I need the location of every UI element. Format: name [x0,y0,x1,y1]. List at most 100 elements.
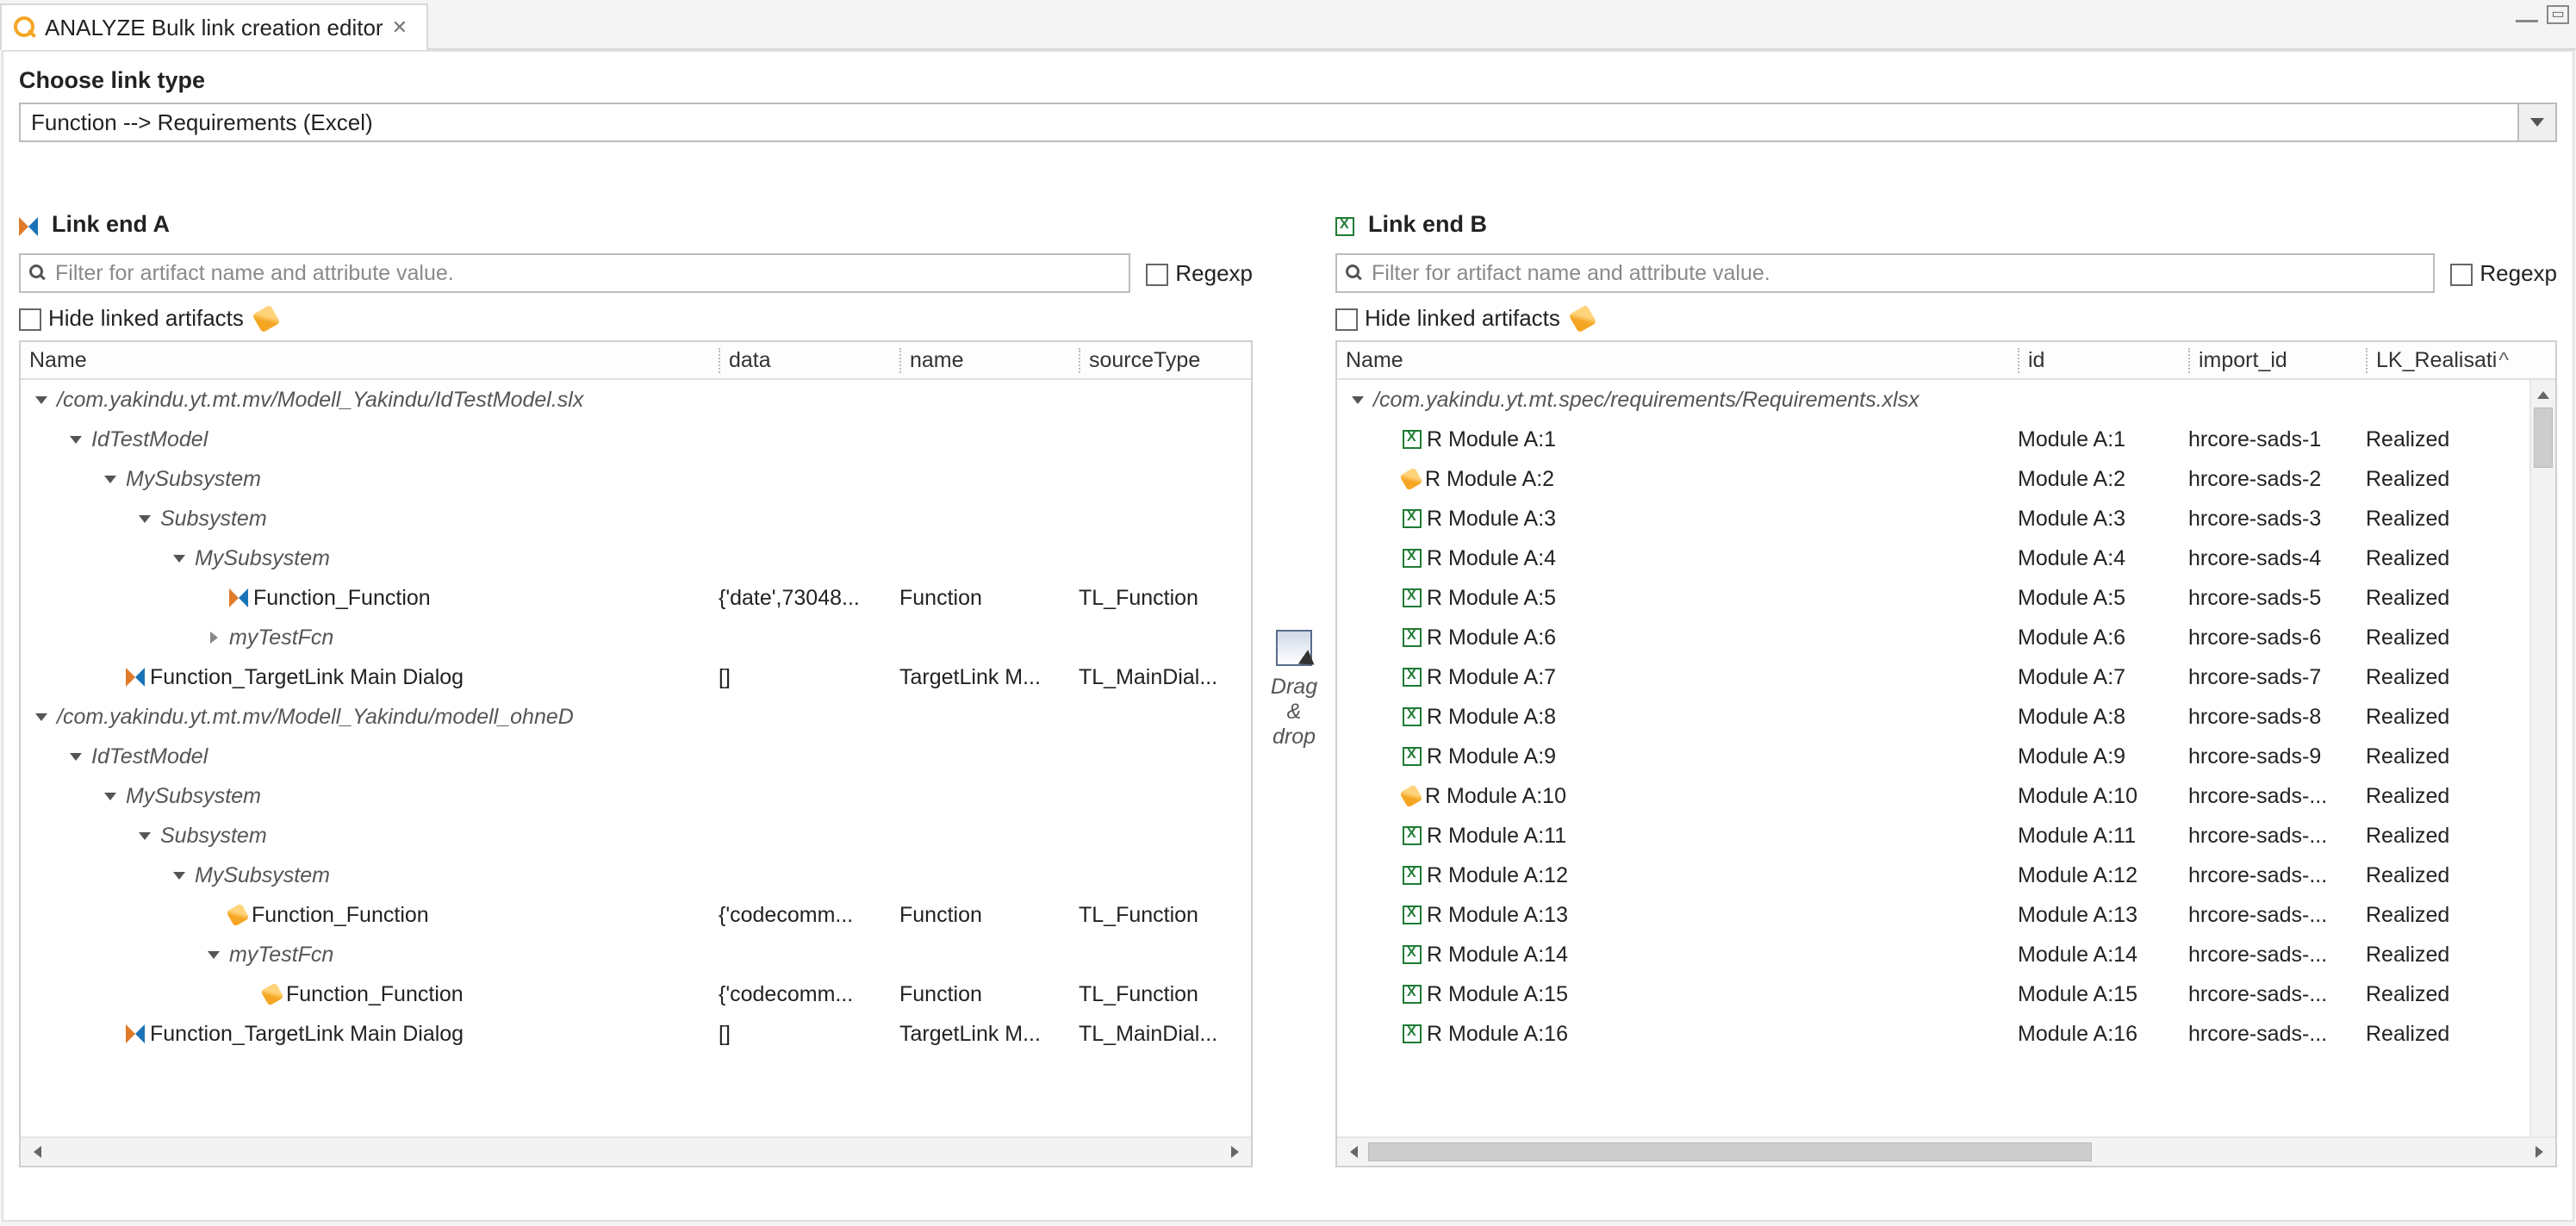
col-a-name[interactable]: Name [21,348,719,373]
excel-icon [1403,430,1422,449]
tree-row[interactable]: R Module A:9Module A:9hrcore-sads-9Reali… [1337,737,2555,776]
tree-a[interactable]: Name data name sourceType /com.yakindu.y… [19,340,1253,1167]
tree-row[interactable]: R Module A:8Module A:8hrcore-sads-8Reali… [1337,697,2555,737]
scroll-thumb[interactable] [2534,408,2553,468]
tree-row[interactable]: MySubsystem [21,776,1251,816]
tree-a-body[interactable]: /com.yakindu.yt.mt.mv/Modell_Yakindu/IdT… [21,380,1251,1136]
matlab-icon [229,588,248,607]
cell-import-id: hrcore-sads-... [2188,943,2366,968]
tab-bar: ANALYZE Bulk link creation editor ✕ ▭ [0,0,2576,50]
excel-icon [1403,509,1422,528]
tree-row[interactable]: Subsystem [21,816,1251,856]
chevron-right-icon[interactable] [203,627,224,648]
tree-row[interactable]: Function_Function{'codecomm...FunctionTL… [21,974,1251,1014]
col-b-id[interactable]: id [2018,348,2188,373]
col-a-sourcetype[interactable]: sourceType [1079,348,1251,373]
col-b-lk[interactable]: LK_Realisati^ [2366,348,2517,373]
tree-label: Function_TargetLink Main Dialog [150,665,464,690]
chevron-down-icon[interactable] [203,944,224,965]
filter-a-input[interactable] [53,260,1120,287]
tree-row[interactable]: IdTestModel [21,737,1251,776]
chevron-down-icon[interactable] [134,825,155,846]
tree-row[interactable]: /com.yakindu.yt.mt.spec/requirements/Req… [1337,380,2555,420]
tree-row[interactable]: myTestFcn [21,935,1251,974]
tree-row[interactable]: R Module A:3Module A:3hrcore-sads-3Reali… [1337,499,2555,538]
chevron-down-icon[interactable] [31,706,52,727]
chevron-down-icon[interactable] [134,508,155,529]
col-a-name2[interactable]: name [899,348,1079,373]
filter-a-box[interactable] [19,253,1130,293]
chevron-down-icon[interactable] [65,429,86,450]
filter-b-input[interactable] [1370,260,2424,287]
cell-lk: Realized [2366,863,2492,888]
tree-row[interactable]: Function_TargetLink Main Dialog[]TargetL… [21,1014,1251,1054]
tree-row[interactable]: Subsystem [21,499,1251,538]
tree-row[interactable]: myTestFcn [21,618,1251,657]
link-type-dropdown-button[interactable] [2519,103,2557,142]
hide-linked-b-checkbox[interactable]: Hide linked artifacts [1335,305,1560,332]
tree-row[interactable]: Function_TargetLink Main Dialog[]TargetL… [21,657,1251,697]
tree-a-header[interactable]: Name data name sourceType [21,342,1251,380]
tab-editor[interactable]: ANALYZE Bulk link creation editor ✕ [0,3,428,50]
tree-row[interactable]: Function_Function{'codecomm...FunctionTL… [21,895,1251,935]
excel-icon [1403,747,1422,766]
tree-row[interactable]: R Module A:12Module A:12hrcore-sads-...R… [1337,856,2555,895]
tree-row[interactable]: R Module A:4Module A:4hrcore-sads-4Reali… [1337,538,2555,578]
scroll-thumb[interactable] [1368,1142,2092,1161]
chevron-down-icon[interactable] [100,469,121,489]
chevron-down-icon[interactable] [100,786,121,806]
tree-b-body[interactable]: /com.yakindu.yt.mt.spec/requirements/Req… [1337,380,2555,1136]
link-end-a-pane: Link end A Regexp Hide linked artifacts [19,211,1253,1167]
maximize-button[interactable]: ▭ [2547,5,2569,24]
link-type-combo[interactable]: Function --> Requirements (Excel) [19,103,2557,142]
tree-row[interactable]: R Module A:7Module A:7hrcore-sads-7Reali… [1337,657,2555,697]
hide-linked-a-checkbox[interactable]: Hide linked artifacts [19,305,244,332]
tree-row[interactable]: R Module A:14Module A:14hrcore-sads-...R… [1337,935,2555,974]
tree-row[interactable]: /com.yakindu.yt.mt.mv/Modell_Yakindu/IdT… [21,380,1251,420]
chevron-down-icon[interactable] [1347,389,1368,410]
link-type-value[interactable]: Function --> Requirements (Excel) [19,103,2519,142]
tree-b-vscroll[interactable] [2529,380,2555,1136]
tab-title: ANALYZE Bulk link creation editor [45,15,383,41]
tree-row[interactable]: R Module A:5Module A:5hrcore-sads-5Reali… [1337,578,2555,618]
tree-row[interactable]: MySubsystem [21,856,1251,895]
tree-a-hscroll[interactable] [21,1136,1251,1166]
col-b-name[interactable]: Name [1337,348,2018,373]
filter-b-box[interactable] [1335,253,2435,293]
tree-row[interactable]: R Module A:2Module A:2hrcore-sads-2Reali… [1337,459,2555,499]
tree-b[interactable]: Name id import_id LK_Realisati^ /com.yak… [1335,340,2557,1167]
tree-row[interactable]: R Module A:16Module A:16hrcore-sads-...R… [1337,1014,2555,1054]
scroll-right-icon[interactable] [1223,1141,1246,1163]
tree-row[interactable]: IdTestModel [21,420,1251,459]
minimize-button[interactable] [2516,12,2538,22]
tree-row[interactable]: MySubsystem [21,459,1251,499]
tree-row[interactable]: R Module A:10Module A:10hrcore-sads-...R… [1337,776,2555,816]
regexp-a-checkbox[interactable]: Regexp [1146,260,1253,287]
cell-lk: Realized [2366,467,2492,492]
chevron-down-icon[interactable] [65,746,86,767]
scroll-right-icon[interactable] [2528,1141,2550,1163]
scroll-up-icon[interactable] [2532,383,2554,406]
col-a-data[interactable]: data [719,348,899,373]
tree-b-hscroll[interactable] [1337,1136,2555,1166]
tree-b-header[interactable]: Name id import_id LK_Realisati^ [1337,342,2555,380]
close-icon[interactable]: ✕ [392,16,408,39]
col-b-import-id[interactable]: import_id [2188,348,2366,373]
chevron-down-icon[interactable] [31,389,52,410]
chevron-down-icon[interactable] [169,548,190,569]
cell-id: Module A:2 [2018,467,2188,492]
tree-row[interactable]: MySubsystem [21,538,1251,578]
cell-lk: Realized [2366,784,2492,809]
cell-lk: Realized [2366,1022,2492,1047]
scroll-left-icon[interactable] [26,1141,48,1163]
tree-row[interactable]: R Module A:11Module A:11hrcore-sads-...R… [1337,816,2555,856]
scroll-left-icon[interactable] [1342,1141,1365,1163]
regexp-b-checkbox[interactable]: Regexp [2450,260,2557,287]
tree-row[interactable]: R Module A:13Module A:13hrcore-sads-...R… [1337,895,2555,935]
tree-row[interactable]: R Module A:6Module A:6hrcore-sads-6Reali… [1337,618,2555,657]
chevron-down-icon[interactable] [169,865,190,886]
tree-row[interactable]: /com.yakindu.yt.mt.mv/Modell_Yakindu/mod… [21,697,1251,737]
tree-row[interactable]: R Module A:1Module A:1hrcore-sads-1Reali… [1337,420,2555,459]
tree-row[interactable]: Function_Function{'date',73048...Functio… [21,578,1251,618]
tree-row[interactable]: R Module A:15Module A:15hrcore-sads-...R… [1337,974,2555,1014]
